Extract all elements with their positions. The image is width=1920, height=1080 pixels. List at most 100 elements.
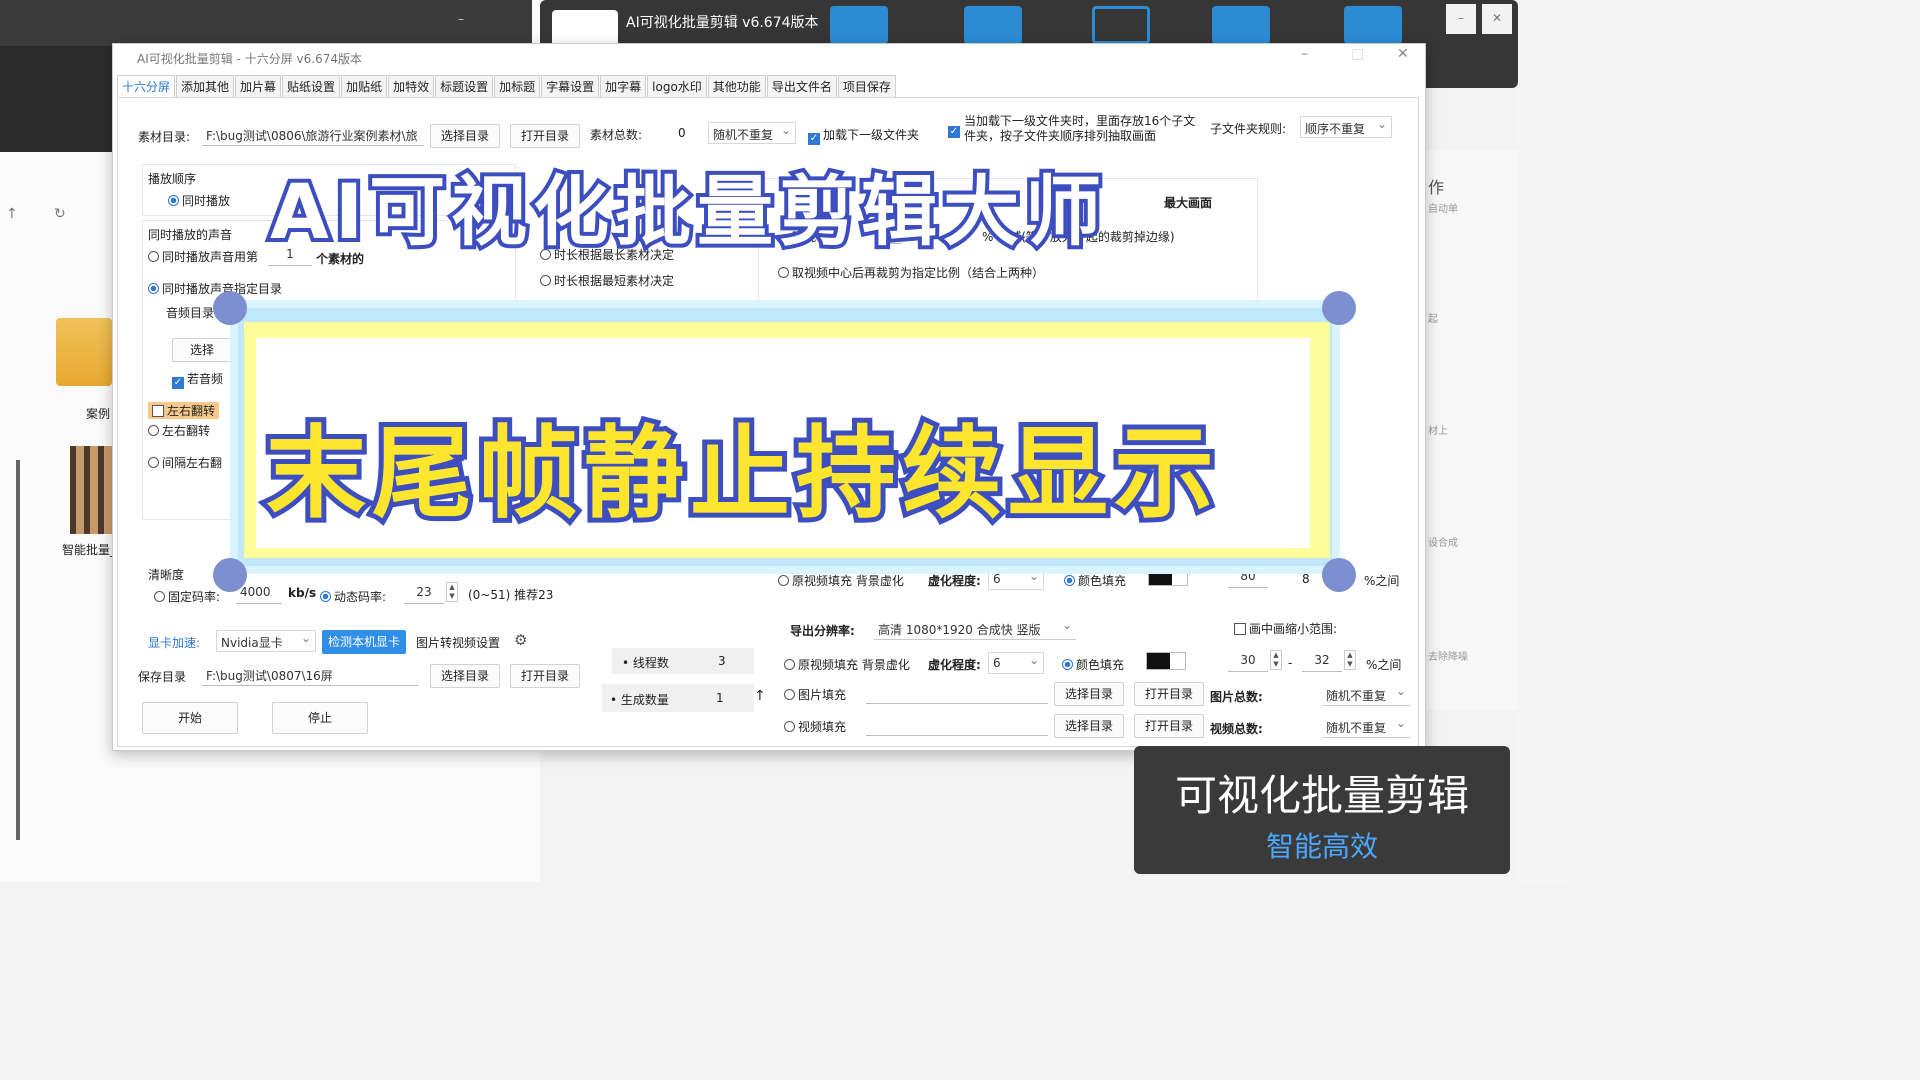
- promo-card: 可视化批量剪辑 智能高效: [1134, 746, 1510, 874]
- sub-rule-select[interactable]: 顺序不重复: [1300, 116, 1392, 138]
- tab-item[interactable]: 加特效: [388, 75, 435, 97]
- tab-item[interactable]: 加标题: [494, 75, 541, 97]
- tab-item[interactable]: 项目保存: [837, 75, 896, 97]
- random-mode-select[interactable]: 随机不重复: [708, 122, 796, 144]
- load-next-level-checkbox[interactable]: ✓ 加载下一级文件夹: [808, 126, 919, 145]
- img-to-video-label[interactable]: 图片转视频设置: [416, 634, 500, 651]
- fixed-rate-radio[interactable]: 固定码率:: [154, 588, 220, 605]
- sub-folder-checkbox[interactable]: ✓: [948, 126, 960, 138]
- gen-value[interactable]: 1: [716, 691, 724, 705]
- audio-option-checkbox[interactable]: ✓ 若音频: [172, 370, 223, 389]
- range-b-spinner[interactable]: ▲ ▼: [1344, 650, 1356, 670]
- maximize-icon[interactable]: □: [1351, 46, 1364, 62]
- minimize-icon[interactable]: –: [1301, 46, 1308, 62]
- range-b-value-1[interactable]: 8: [1302, 572, 1310, 586]
- refresh-icon[interactable]: ↻: [54, 206, 66, 222]
- select-dir-button[interactable]: 选择目录: [430, 124, 500, 148]
- color-picker-2[interactable]: [1146, 652, 1186, 670]
- vid-fill-input[interactable]: [866, 714, 1048, 736]
- dyn-rate-label: 动态码率:: [334, 590, 387, 604]
- blur-label-1: 虚化程度:: [928, 574, 981, 588]
- export-fill-radio-2[interactable]: 原视频填充 背景虚化: [784, 656, 910, 673]
- resize-handle-tl[interactable]: [213, 291, 247, 325]
- tab-item[interactable]: 添加其他: [176, 75, 235, 97]
- minimize-button[interactable]: –: [1446, 4, 1476, 34]
- range-a-spinner[interactable]: ▲ ▼: [1270, 650, 1282, 670]
- color-fill-radio-1[interactable]: 颜色填充: [1064, 572, 1126, 589]
- range-a-input-2[interactable]: 30: [1228, 650, 1268, 672]
- flip-lr-checkbox[interactable]: 左右翻转: [148, 402, 220, 419]
- banner-text: 末尾帧静止持续显示: [261, 410, 1220, 537]
- promo-subtitle: 智能高效: [1265, 830, 1378, 863]
- file-label[interactable]: 智能批量_7.mp: [62, 542, 114, 558]
- img-open-dir-button[interactable]: 打开目录: [1134, 682, 1204, 706]
- folder-icon[interactable]: [56, 318, 112, 386]
- folder-share-icon[interactable]: [1212, 6, 1270, 44]
- detect-gpu-button[interactable]: 检测本机显卡: [322, 630, 406, 654]
- dyn-rate-input[interactable]: 23: [404, 582, 444, 604]
- save-open-dir-button[interactable]: 打开目录: [510, 664, 580, 688]
- tab-item[interactable]: logo水印: [647, 75, 707, 97]
- blur-select-2[interactable]: 6: [988, 652, 1044, 674]
- dyn-rate-radio[interactable]: 动态码率:: [320, 588, 386, 605]
- vid-open-dir-button[interactable]: 打开目录: [1134, 714, 1204, 738]
- tab-item[interactable]: 加贴纸: [341, 75, 388, 97]
- flip-lr-radio[interactable]: 左右翻转: [148, 422, 210, 439]
- tab-item[interactable]: 贴纸设置: [282, 75, 341, 97]
- img-fill-radio[interactable]: 图片填充: [784, 686, 846, 703]
- tab-item[interactable]: 字幕设置: [541, 75, 600, 97]
- gpu-select[interactable]: Nvidia显卡: [216, 630, 316, 652]
- tab-item[interactable]: 加片幕: [235, 75, 282, 97]
- tab-item[interactable]: 加字幕: [600, 75, 647, 97]
- minimize-icon[interactable]: –: [458, 12, 464, 26]
- server-icon[interactable]: [964, 6, 1022, 44]
- thread-value[interactable]: 3: [718, 654, 726, 668]
- interval-flip-radio[interactable]: 间隔左右翻: [148, 454, 222, 471]
- folder-label[interactable]: 案例: [86, 405, 110, 422]
- checkbox-icon: [1234, 623, 1246, 635]
- save-dir-input[interactable]: F:\bug测试\0807\16屏: [202, 664, 418, 686]
- resize-handle-tr[interactable]: [1322, 291, 1356, 325]
- gear-icon[interactable]: ⚙: [514, 631, 527, 649]
- tab-item[interactable]: 十六分屏: [117, 75, 176, 97]
- grid-icon[interactable]: [1344, 6, 1402, 44]
- range-dash: -: [1288, 656, 1293, 670]
- img-select-dir-button[interactable]: 选择目录: [1054, 682, 1124, 706]
- clapperboard-icon[interactable]: [830, 6, 888, 44]
- stop-button[interactable]: 停止: [272, 702, 368, 734]
- sound-first-radio[interactable]: 同时播放声音用第: [148, 248, 258, 265]
- vid-select-dir-button[interactable]: 选择目录: [1054, 714, 1124, 738]
- color-fill-radio-2[interactable]: 颜色填充: [1062, 656, 1124, 673]
- resize-handle-br[interactable]: [1322, 558, 1356, 592]
- tab-item[interactable]: 标题设置: [435, 75, 494, 97]
- resize-handle-bl[interactable]: [213, 558, 247, 592]
- play-simultaneous-radio[interactable]: 同时播放: [168, 192, 230, 209]
- duration-shortest-radio[interactable]: 时长根据最短素材决定: [540, 272, 674, 289]
- save-select-dir-button[interactable]: 选择目录: [430, 664, 500, 688]
- img-fill-input[interactable]: [866, 682, 1048, 704]
- scrollbar[interactable]: [16, 460, 20, 840]
- right-background-panel: 作 自动单 起 材上 设合成 去除降噪: [1426, 150, 1518, 710]
- up-arrow-icon[interactable]: ↑: [754, 688, 766, 704]
- range-b-input-2[interactable]: 32: [1302, 650, 1342, 672]
- video-thumbnail[interactable]: [70, 446, 112, 534]
- up-arrow-icon[interactable]: ↑: [6, 206, 18, 222]
- shrink-checkbox[interactable]: 画中画缩小范围:: [1234, 620, 1337, 637]
- close-button[interactable]: ✕: [1482, 4, 1512, 34]
- vid-fill-radio[interactable]: 视频填充: [784, 718, 846, 735]
- sliders-icon[interactable]: [1092, 6, 1150, 44]
- crop-center-radio[interactable]: 取视频中心后再裁剪为指定比例（结合上两种）: [778, 264, 1044, 281]
- export-res-select[interactable]: 高清 1080*1920 合成快 竖版: [874, 618, 1076, 640]
- close-icon[interactable]: ✕: [1397, 46, 1409, 62]
- select-audio-button[interactable]: 选择: [172, 338, 232, 362]
- vid-random-select[interactable]: 随机不重复: [1322, 716, 1410, 738]
- open-dir-button[interactable]: 打开目录: [510, 124, 580, 148]
- img-random-select[interactable]: 随机不重复: [1322, 684, 1410, 706]
- start-button[interactable]: 开始: [142, 702, 238, 734]
- dyn-rate-spinner[interactable]: ▲ ▼: [446, 582, 458, 602]
- export-fill-radio-1[interactable]: 原视频填充 背景虚化: [778, 572, 904, 589]
- material-dir-input[interactable]: F:\bug测试\0806\旅游行业案例素材\旅: [202, 124, 424, 146]
- tab-item[interactable]: 其他功能: [707, 75, 766, 97]
- tab-item[interactable]: 导出文件名: [766, 75, 837, 97]
- sound-dir-radio[interactable]: 同时播放声音指定目录: [148, 280, 282, 297]
